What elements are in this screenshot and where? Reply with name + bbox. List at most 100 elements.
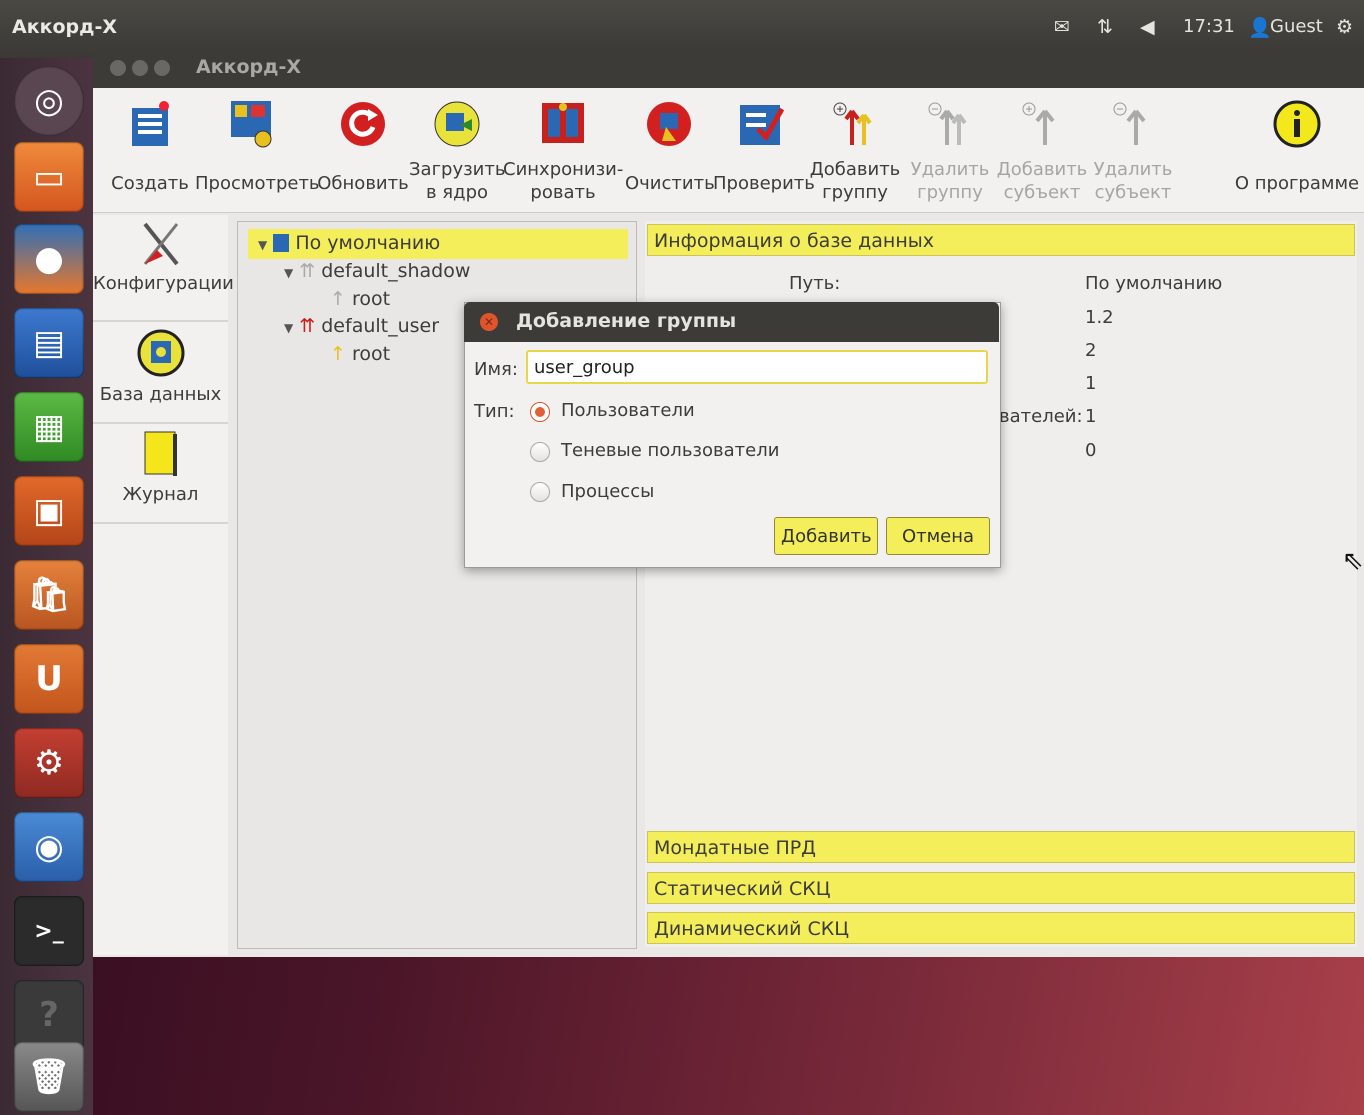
radio-processes-label[interactable]: Процессы <box>561 481 654 502</box>
add-button[interactable]: Добавить <box>774 517 878 555</box>
radio-shadow-users[interactable] <box>530 442 550 462</box>
delete-group-icon <box>924 98 976 150</box>
about-button[interactable]: О программе <box>1233 98 1361 195</box>
check-button[interactable]: Проверить <box>713 98 815 195</box>
nav-database[interactable]: База данных <box>93 322 228 424</box>
ubuntu-one-icon[interactable]: U <box>14 644 84 714</box>
help-icon[interactable]: ? <box>14 980 84 1050</box>
dash-icon[interactable]: ◎ <box>14 66 84 136</box>
group-name-input[interactable] <box>526 350 988 384</box>
close-window-icon[interactable] <box>110 60 126 76</box>
chevron-down-icon[interactable]: ▼ <box>284 321 293 335</box>
radio-users-label[interactable]: Пользователи <box>561 400 695 421</box>
tree-item-label: default_shadow <box>321 260 471 282</box>
delete-group-label-1: Удалить <box>910 159 990 180</box>
sync-label-1: Синхронизи- <box>503 159 624 180</box>
check-label: Проверить <box>713 173 815 194</box>
delete-subject-label-1: Удалить <box>1093 159 1173 180</box>
terminal-icon[interactable]: >_ <box>14 896 84 966</box>
tree-item-shadow[interactable]: ▼ ⇈ default_shadow <box>284 260 470 282</box>
add-subject-button[interactable]: Добавить субъект <box>995 98 1089 204</box>
cancel-button[interactable]: Отмена <box>886 517 990 555</box>
clear-icon <box>643 98 695 150</box>
close-icon[interactable]: ✕ <box>480 313 498 331</box>
user-icon[interactable]: 👤 <box>1248 16 1272 39</box>
tree-item-label: default_user <box>321 315 440 337</box>
clear-label: Очистить <box>625 173 715 194</box>
type-label: Тип: <box>474 401 515 422</box>
calc-icon[interactable]: ▦ <box>14 392 84 462</box>
tree-item-user[interactable]: ▼ ⇈ default_user <box>284 315 439 337</box>
left-nav: Конфигурации База данных Журнал <box>93 215 234 955</box>
tree-item-label: По умолчанию <box>295 232 441 254</box>
create-icon <box>124 98 176 150</box>
maximize-window-icon[interactable] <box>154 60 170 76</box>
tree-item-shadow-root[interactable]: ↑ root <box>330 288 390 310</box>
tree-item-user-root[interactable]: ↑ root <box>330 343 390 365</box>
envelope-icon[interactable]: ✉ <box>1054 16 1070 38</box>
radio-users[interactable] <box>530 402 550 422</box>
refresh-label: Обновить <box>317 173 409 194</box>
clear-button[interactable]: Очистить <box>625 98 715 195</box>
view-button[interactable]: Просмотреть <box>195 98 320 195</box>
path-value: По умолчанию <box>1085 273 1223 294</box>
dialog-title: Добавление группы <box>516 310 737 332</box>
mandate-section[interactable]: Мондатные ПРД <box>647 831 1355 863</box>
nav-journal[interactable]: Журнал <box>93 424 228 524</box>
mouse-cursor-icon: ⇖ <box>1342 546 1364 576</box>
load-kernel-icon <box>431 98 483 150</box>
sync-label-2: ровать <box>530 182 596 203</box>
dynamic-section[interactable]: Динамический СКЦ <box>647 912 1355 944</box>
radio-processes[interactable] <box>530 482 550 502</box>
delete-group-button[interactable]: Удалить группу <box>905 98 995 204</box>
chevron-down-icon[interactable]: ▼ <box>258 238 267 252</box>
info-value-5: 0 <box>1085 440 1097 461</box>
tree-item-default[interactable]: ▼ По умолчанию <box>258 232 440 254</box>
add-group-icon <box>829 98 881 150</box>
static-section[interactable]: Статический СКЦ <box>647 872 1355 904</box>
system-settings-icon[interactable]: ⚙ <box>14 728 84 798</box>
clock[interactable]: 17:31 <box>1183 16 1235 37</box>
refresh-button[interactable]: Обновить <box>315 98 411 195</box>
db-info-header[interactable]: Информация о базе данных <box>647 224 1355 256</box>
impress-icon[interactable]: ▣ <box>14 476 84 546</box>
add-subject-label-2: субъект <box>1003 182 1081 203</box>
delete-subject-button[interactable]: Удалить субъект <box>1089 98 1177 204</box>
trash-icon[interactable]: 🗑 <box>14 1042 84 1112</box>
files-icon[interactable]: ▭ <box>14 142 84 212</box>
speaker-icon[interactable]: ◀ <box>1140 16 1155 38</box>
add-group-button[interactable]: Добавить группу <box>809 98 901 204</box>
sync-button[interactable]: Синхронизи- ровать <box>503 98 623 204</box>
info-value-2: 2 <box>1085 340 1097 361</box>
chevron-down-icon[interactable]: ▼ <box>284 266 293 280</box>
firefox-icon[interactable]: ● <box>14 224 84 294</box>
window-title: Аккорд-Х <box>196 56 302 78</box>
create-label: Создать <box>111 173 189 194</box>
delete-group-label-2: группу <box>917 182 983 203</box>
about-label: О программе <box>1234 173 1360 194</box>
radio-shadow-users-label[interactable]: Теневые пользователи <box>561 440 779 461</box>
panel-app-name: Аккорд-Х <box>12 16 118 38</box>
minimize-window-icon[interactable] <box>132 60 148 76</box>
view-icon <box>228 98 280 150</box>
tools-icon <box>93 215 228 273</box>
software-center-icon[interactable]: 🛍 <box>14 560 84 630</box>
launcher: ◎ ▭ ● ▤ ▦ ▣ 🛍 U ⚙ ◉ >_ ? 🗑 <box>0 58 93 1115</box>
network-icon[interactable]: ⇅ <box>1097 16 1113 38</box>
chromium-icon[interactable]: ◉ <box>14 812 84 882</box>
create-button[interactable]: Создать <box>108 98 192 195</box>
load-kernel-button[interactable]: Загрузить в ядро <box>409 98 505 204</box>
user-name[interactable]: Guest <box>1270 16 1323 37</box>
journal-icon <box>93 424 228 484</box>
tree-item-label: root <box>351 343 391 365</box>
writer-icon[interactable]: ▤ <box>14 308 84 378</box>
info-value-1: 1.2 <box>1085 307 1114 328</box>
nav-config[interactable]: Конфигурации <box>93 215 234 322</box>
add-subject-icon <box>1016 98 1068 150</box>
add-group-label-2: группу <box>822 182 888 203</box>
check-icon <box>735 98 787 150</box>
gear-icon[interactable]: ⚙ <box>1336 16 1353 38</box>
users-icon: ⇈ <box>299 315 316 337</box>
delete-subject-label-2: субъект <box>1094 182 1172 203</box>
view-label: Просмотреть <box>195 173 320 194</box>
